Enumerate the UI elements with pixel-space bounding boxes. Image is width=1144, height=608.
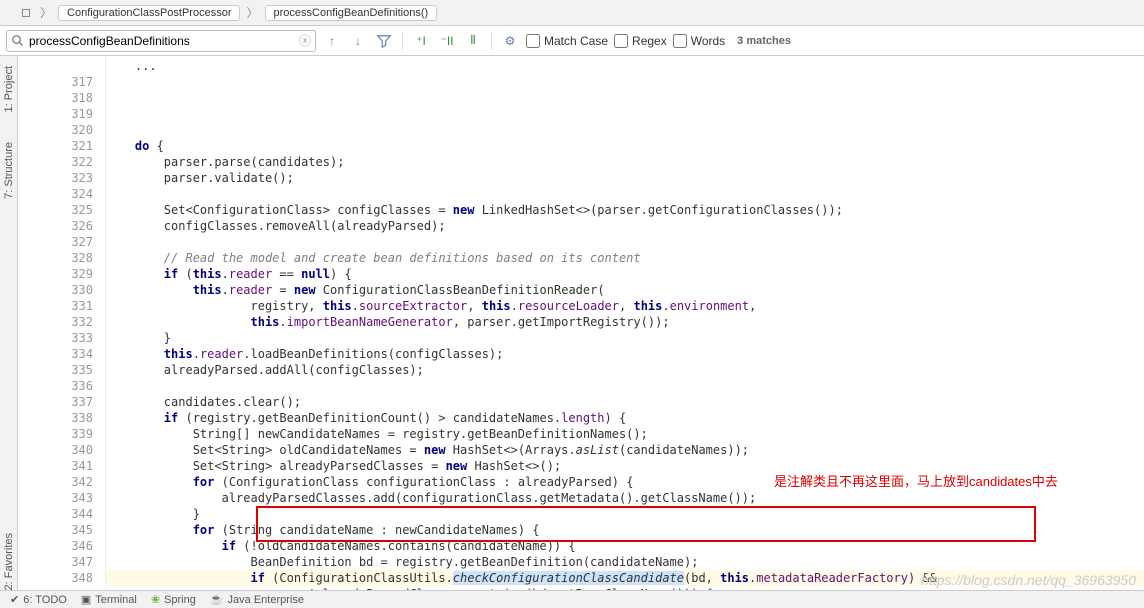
search-input[interactable] xyxy=(25,34,299,48)
bottom-tool-strip: ✔6: TODO ▣Terminal ❀Spring ☕Java Enterpr… xyxy=(0,590,1144,608)
line-gutter: 3173183193203213223233243253263273283293… xyxy=(18,56,106,590)
tab-structure[interactable]: 7: Structure xyxy=(3,142,15,199)
search-icon xyxy=(11,34,25,48)
tab-todo[interactable]: ✔6: TODO xyxy=(10,593,67,606)
match-case-checkbox[interactable]: Match Case xyxy=(526,34,608,48)
clear-search-icon[interactable]: ⓧ xyxy=(299,32,311,49)
breadcrumb-sep: 〉 xyxy=(246,4,258,21)
breadcrumb-class[interactable]: ConfigurationClassPostProcessor xyxy=(58,5,240,21)
add-selection-icon[interactable]: ⁺I xyxy=(411,31,431,51)
match-count: 3 matches xyxy=(737,35,791,47)
tab-spring[interactable]: ❀Spring xyxy=(151,593,196,606)
editor[interactable]: 3173183193203213223233243253263273283293… xyxy=(18,56,1144,590)
annotation-text: 是注解类且不再这里面，马上放到candidates中去 xyxy=(774,474,1058,490)
regex-label: Regex xyxy=(632,34,667,48)
tab-java-ee[interactable]: ☕Java Enterprise xyxy=(210,593,304,606)
next-match-icon[interactable]: ↓ xyxy=(348,31,368,51)
terminal-icon: ▣ xyxy=(81,593,91,606)
todo-icon: ✔ xyxy=(10,593,19,606)
match-case-label: Match Case xyxy=(544,34,608,48)
find-toolbar: ⓧ ↑ ↓ ⁺I ⁻II ⫴ ⚙ Match Case Regex Words … xyxy=(0,26,1144,56)
left-tool-strip: 1: Project 7: Structure 2: Favorites xyxy=(0,56,18,590)
menu-icon[interactable] xyxy=(18,9,34,17)
regex-checkbox[interactable]: Regex xyxy=(614,34,667,48)
settings-icon[interactable]: ⚙ xyxy=(500,31,520,51)
remove-selection-icon[interactable]: ⁻II xyxy=(437,31,457,51)
breadcrumb-bar: 〉 ConfigurationClassPostProcessor 〉 proc… xyxy=(0,0,1144,26)
words-checkbox[interactable]: Words xyxy=(673,34,725,48)
breadcrumb-method[interactable]: processConfigBeanDefinitions() xyxy=(265,5,438,21)
toolbar-separator xyxy=(491,32,492,50)
breadcrumb-sep: 〉 xyxy=(40,4,52,21)
prev-match-icon[interactable]: ↑ xyxy=(322,31,342,51)
java-ee-icon: ☕ xyxy=(210,593,224,606)
tab-project[interactable]: 1: Project xyxy=(3,66,15,112)
words-label: Words xyxy=(691,34,725,48)
select-all-icon[interactable]: ⫴ xyxy=(463,31,483,51)
code-view[interactable]: ... 是注解类且不再这里面，马上放到candidates中去 do { par… xyxy=(106,56,1144,590)
filter-icon[interactable] xyxy=(374,31,394,51)
tab-favorites[interactable]: 2: Favorites xyxy=(3,533,15,590)
spring-icon: ❀ xyxy=(151,593,160,606)
toolbar-separator xyxy=(402,32,403,50)
tab-terminal[interactable]: ▣Terminal xyxy=(81,593,137,606)
search-field-wrap[interactable]: ⓧ xyxy=(6,30,316,52)
